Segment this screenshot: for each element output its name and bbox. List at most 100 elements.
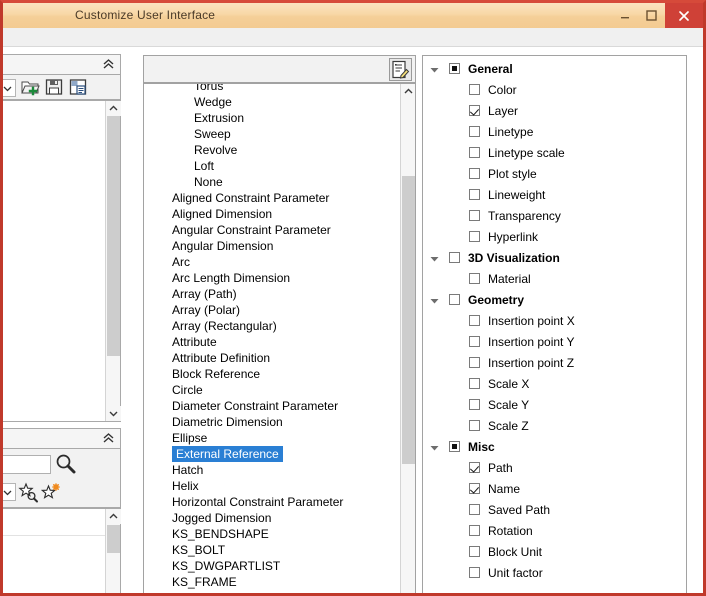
tree-group-misc[interactable]: Misc xyxy=(423,437,686,458)
save-as-icon[interactable] xyxy=(68,77,90,99)
command-list-panel-header[interactable] xyxy=(3,428,121,448)
list-item[interactable]: Extrusion xyxy=(144,110,400,126)
checkbox-plot-style[interactable] xyxy=(469,168,480,179)
title-bar[interactable]: Customize User Interface xyxy=(3,3,703,29)
checkbox-material[interactable] xyxy=(469,273,480,284)
list-item[interactable]: KS_BENDSHAPE xyxy=(144,526,400,542)
list-item[interactable]: Circle xyxy=(144,382,400,398)
checkbox-scale-z[interactable] xyxy=(469,420,480,431)
tree-item-color[interactable]: Color xyxy=(423,80,686,101)
checkbox-general[interactable] xyxy=(449,63,460,74)
list-item[interactable]: Wedge xyxy=(144,94,400,110)
list-item[interactable]: Aligned Dimension xyxy=(144,206,400,222)
tree-item-insertion-point-x[interactable]: Insertion point X xyxy=(423,311,686,332)
scrollbar-thumb[interactable] xyxy=(107,116,120,356)
scroll-up-icon[interactable] xyxy=(106,101,121,116)
customizations-list[interactable] xyxy=(3,100,121,422)
list-item[interactable]: Array (Rectangular) xyxy=(144,318,400,334)
list-item[interactable]: Horizontal Constraint Parameter xyxy=(144,494,400,510)
list-item[interactable]: Torus xyxy=(144,84,400,94)
list-item[interactable]: External Reference xyxy=(144,446,400,462)
checkbox-transparency[interactable] xyxy=(469,210,480,221)
list-item[interactable]: Jogged Dimension xyxy=(144,510,400,526)
tree-item-lineweight[interactable]: Lineweight xyxy=(423,185,686,206)
tree-item-saved-path[interactable]: Saved Path xyxy=(423,500,686,521)
list-item[interactable]: Revolve xyxy=(144,142,400,158)
checkbox-linetype-scale[interactable] xyxy=(469,147,480,158)
properties-tree-panel[interactable]: General Color Layer Linetype Linetype scale P… xyxy=(422,55,687,593)
list-item[interactable]: Array (Path) xyxy=(144,286,400,302)
command-list[interactable] xyxy=(3,508,121,593)
command-list-scrollbar[interactable] xyxy=(105,509,121,593)
scrollbar-thumb[interactable] xyxy=(107,525,120,553)
checkbox-name[interactable] xyxy=(469,483,480,494)
list-item[interactable]: Angular Dimension xyxy=(144,238,400,254)
list-item[interactable]: Loft xyxy=(144,158,400,174)
search-input[interactable] xyxy=(3,455,51,474)
list-item[interactable]: Array (Polar) xyxy=(144,302,400,318)
checkbox-insertion-point-y[interactable] xyxy=(469,336,480,347)
list-item[interactable]: Aligned Constraint Parameter xyxy=(144,190,400,206)
tree-group-geometry[interactable]: Geometry xyxy=(423,290,686,311)
checkbox-layer[interactable] xyxy=(469,105,480,116)
tree-item-scale-z[interactable]: Scale Z xyxy=(423,416,686,437)
tree-item-linetype-scale[interactable]: Linetype scale xyxy=(423,143,686,164)
tree-item-insertion-point-z[interactable]: Insertion point Z xyxy=(423,353,686,374)
list-item[interactable]: Arc Length Dimension xyxy=(144,270,400,286)
checkbox-path[interactable] xyxy=(469,462,480,473)
checkbox-lineweight[interactable] xyxy=(469,189,480,200)
customizations-panel-header[interactable] xyxy=(3,54,121,74)
chevron-down-icon[interactable] xyxy=(430,256,439,262)
tree-item-hyperlink[interactable]: Hyperlink xyxy=(423,227,686,248)
list-item[interactable]: Diametric Dimension xyxy=(144,414,400,430)
scrollbar-thumb[interactable] xyxy=(402,176,415,464)
edit-properties-icon[interactable] xyxy=(389,58,412,81)
checkbox-color[interactable] xyxy=(469,84,480,95)
tree-item-plot-style[interactable]: Plot style xyxy=(423,164,686,185)
scroll-up-icon[interactable] xyxy=(401,84,415,99)
checkbox-insertion-point-z[interactable] xyxy=(469,357,480,368)
list-item[interactable]: KS_GRID xyxy=(144,590,400,593)
list-item[interactable]: Block Reference xyxy=(144,366,400,382)
list-item[interactable]: KS_BOLT xyxy=(144,542,400,558)
tree-item-rotation[interactable]: Rotation xyxy=(423,521,686,542)
tree-item-layer[interactable]: Layer xyxy=(423,101,686,122)
magnifier-icon[interactable] xyxy=(55,453,76,477)
chevron-down-icon[interactable] xyxy=(430,298,439,304)
checkbox-linetype[interactable] xyxy=(469,126,480,137)
checkbox-misc[interactable] xyxy=(449,441,460,452)
tree-item-block-unit[interactable]: Block Unit xyxy=(423,542,686,563)
tree-item-name[interactable]: Name xyxy=(423,479,686,500)
category-dropdown[interactable] xyxy=(3,483,16,501)
element-list-scrollbar[interactable] xyxy=(400,84,415,593)
tree-item-path[interactable]: Path xyxy=(423,458,686,479)
list-item[interactable]: KS_FRAME xyxy=(144,574,400,590)
checkbox-rotation[interactable] xyxy=(469,525,480,536)
list-item[interactable]: Hatch xyxy=(144,462,400,478)
customizations-list-scrollbar[interactable] xyxy=(105,101,121,421)
chevron-down-icon[interactable] xyxy=(430,445,439,451)
element-list[interactable]: Torus Wedge Extrusion Sweep Revolve Loft None A… xyxy=(143,83,416,593)
list-item[interactable]: Helix xyxy=(144,478,400,494)
chevron-down-icon[interactable] xyxy=(430,67,439,73)
save-icon[interactable] xyxy=(44,77,66,99)
checkbox-3d-visualization[interactable] xyxy=(449,252,460,263)
maximize-button[interactable] xyxy=(638,3,665,28)
checkbox-scale-y[interactable] xyxy=(469,399,480,410)
scroll-up-icon[interactable] xyxy=(106,509,121,524)
checkbox-block-unit[interactable] xyxy=(469,546,480,557)
open-folder-add-icon[interactable] xyxy=(20,77,42,99)
list-item[interactable]: Attribute xyxy=(144,334,400,350)
customizations-dropdown[interactable] xyxy=(3,79,16,97)
list-item[interactable]: Diameter Constraint Parameter xyxy=(144,398,400,414)
list-item[interactable]: Arc xyxy=(144,254,400,270)
tree-item-linetype[interactable]: Linetype xyxy=(423,122,686,143)
list-item[interactable]: Angular Constraint Parameter xyxy=(144,222,400,238)
checkbox-insertion-point-x[interactable] xyxy=(469,315,480,326)
scroll-down-icon[interactable] xyxy=(106,406,121,421)
checkbox-hyperlink[interactable] xyxy=(469,231,480,242)
tree-item-transparency[interactable]: Transparency xyxy=(423,206,686,227)
list-item[interactable]: None xyxy=(144,174,400,190)
tree-item-insertion-point-y[interactable]: Insertion point Y xyxy=(423,332,686,353)
checkbox-geometry[interactable] xyxy=(449,294,460,305)
